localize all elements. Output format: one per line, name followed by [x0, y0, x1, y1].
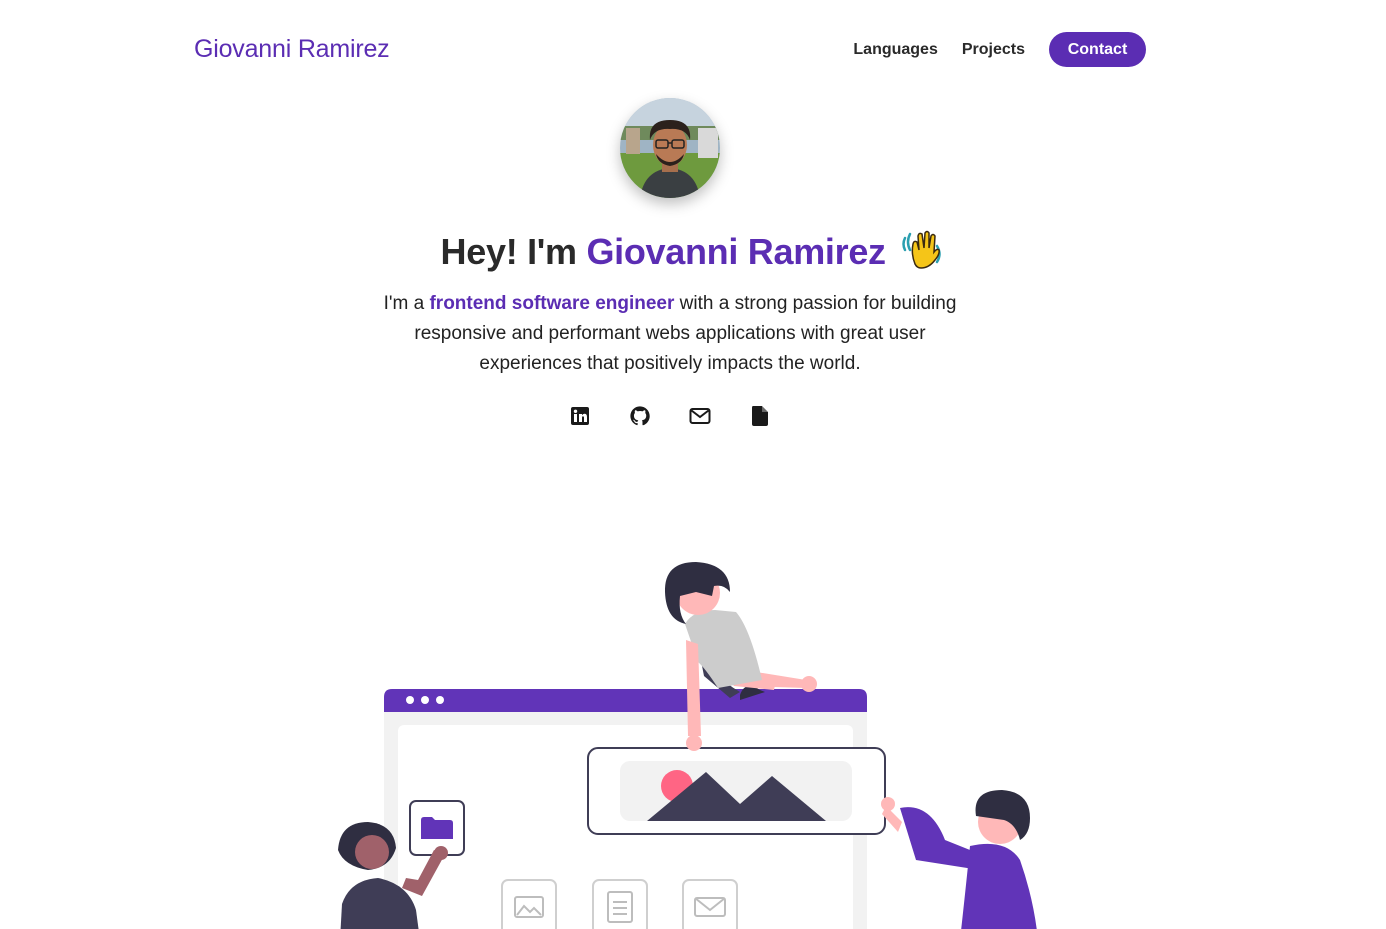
document-icon [751, 405, 769, 432]
brand-logo-link[interactable]: Giovanni Ramirez [194, 35, 390, 64]
hero-intro: I'm a frontend software engineer with a … [368, 289, 972, 379]
linkedin-icon [570, 406, 590, 431]
nav-links: Languages Projects Contact [829, 32, 1146, 67]
email-link[interactable] [688, 406, 712, 430]
intro-prefix: I'm a [383, 293, 430, 314]
social-links [568, 405, 772, 432]
waving-hand-icon [901, 228, 945, 279]
profile-avatar [620, 98, 720, 198]
github-icon [629, 405, 651, 432]
hero-name: Giovanni Ramirez [586, 231, 886, 272]
nav-link-projects[interactable]: Projects [962, 41, 1025, 59]
hero-greeting: Hey! I'm [440, 231, 587, 272]
resume-link[interactable] [748, 405, 772, 432]
hero-illustration [320, 540, 1060, 929]
mail-icon [689, 407, 711, 430]
nav-link-languages[interactable]: Languages [853, 41, 937, 59]
intro-highlight: frontend software engineer [429, 293, 675, 314]
linkedin-link[interactable] [568, 406, 592, 430]
github-link[interactable] [628, 405, 652, 432]
navbar: Giovanni Ramirez Languages Projects Cont… [194, 32, 1146, 67]
hero-heading: Hey! I'm Giovanni Ramirez [0, 228, 1386, 279]
contact-button[interactable]: Contact [1049, 32, 1146, 67]
